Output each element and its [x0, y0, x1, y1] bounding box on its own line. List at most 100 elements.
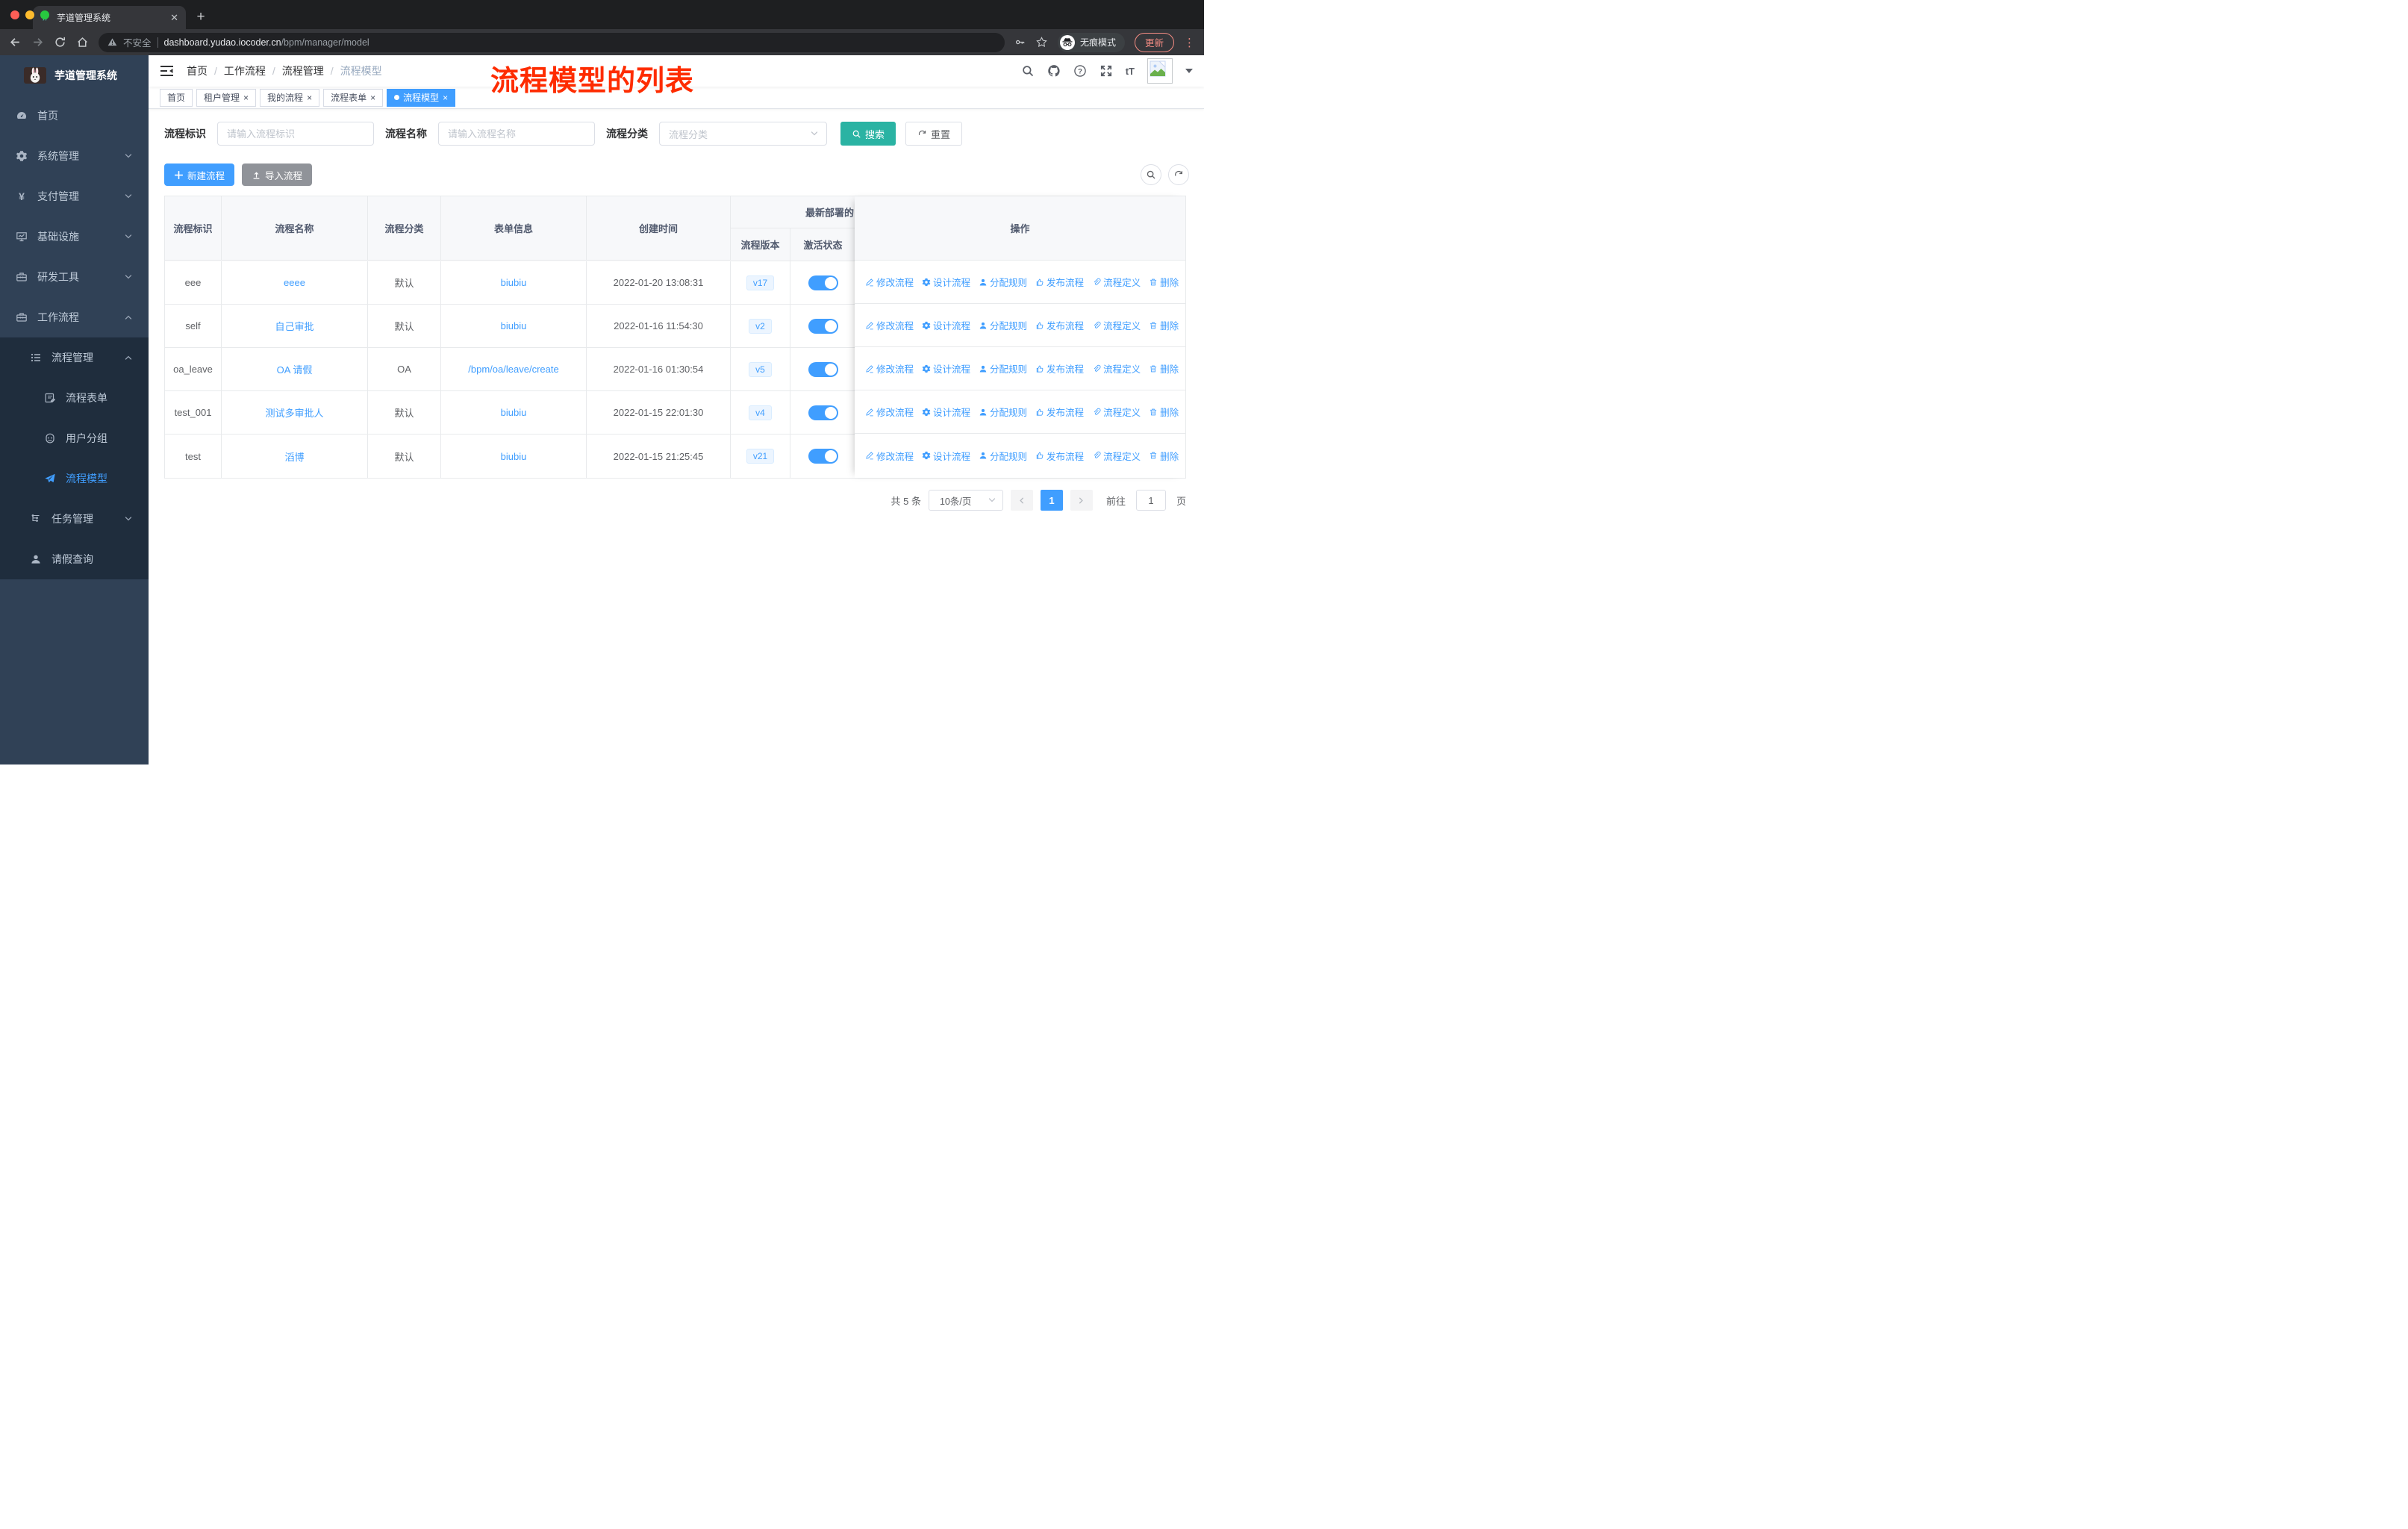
sidebar-item-请假查询[interactable]: 请假查询: [0, 539, 149, 579]
design-process-link[interactable]: 设计流程: [922, 405, 970, 419]
search-icon[interactable]: [1021, 64, 1035, 78]
delete-link[interactable]: 删除: [1149, 318, 1179, 332]
form-info-link[interactable]: /bpm/oa/leave/create: [468, 364, 558, 375]
close-icon[interactable]: ×: [243, 93, 249, 102]
tag-我的流程[interactable]: 我的流程 ×: [260, 88, 320, 107]
sidebar-item-工作流程[interactable]: 工作流程: [0, 297, 149, 337]
goto-page-input[interactable]: [1135, 490, 1166, 511]
breadcrumb-item[interactable]: 首页: [187, 63, 208, 78]
filter-key-input[interactable]: [217, 122, 374, 146]
publish-process-link[interactable]: 发布流程: [1035, 449, 1084, 463]
delete-link[interactable]: 删除: [1149, 361, 1179, 376]
process-definition-link[interactable]: 流程定义: [1092, 449, 1141, 463]
delete-link[interactable]: 删除: [1149, 405, 1179, 419]
logo-row[interactable]: 芋道管理系统: [0, 55, 149, 96]
process-name-link[interactable]: OA 请假: [277, 362, 313, 376]
close-tab-icon[interactable]: ✕: [170, 12, 178, 24]
form-info-link[interactable]: biubiu: [501, 277, 527, 288]
form-info-link[interactable]: biubiu: [501, 320, 527, 331]
design-process-link[interactable]: 设计流程: [922, 361, 970, 376]
active-toggle[interactable]: [808, 275, 838, 290]
active-toggle[interactable]: [808, 318, 838, 334]
sidebar-item-流程模型[interactable]: 流程模型: [0, 458, 149, 499]
browser-tab[interactable]: 芋道管理系统 ✕: [33, 6, 186, 29]
tag-流程模型[interactable]: 流程模型 ×: [387, 88, 456, 107]
forward-icon[interactable]: [31, 36, 44, 49]
breadcrumb-item[interactable]: 工作流程: [224, 63, 266, 78]
sidebar-item-研发工具[interactable]: 研发工具: [0, 257, 149, 297]
tag-租户管理[interactable]: 租户管理 ×: [196, 88, 257, 107]
tag-流程表单[interactable]: 流程表单 ×: [323, 88, 384, 107]
modify-process-link[interactable]: 修改流程: [865, 449, 914, 463]
process-definition-link[interactable]: 流程定义: [1092, 405, 1141, 419]
assign-rule-link[interactable]: 分配规则: [979, 318, 1027, 332]
github-icon[interactable]: [1047, 64, 1061, 78]
design-process-link[interactable]: 设计流程: [922, 449, 970, 463]
process-definition-link[interactable]: 流程定义: [1092, 318, 1141, 332]
delete-link[interactable]: 删除: [1149, 275, 1179, 289]
home-icon[interactable]: [76, 36, 89, 49]
close-icon[interactable]: ×: [370, 93, 375, 102]
modify-process-link[interactable]: 修改流程: [865, 318, 914, 332]
back-icon[interactable]: [9, 36, 22, 49]
reset-button[interactable]: 重置: [905, 122, 963, 146]
process-name-link[interactable]: 测试多审批人: [265, 405, 323, 420]
assign-rule-link[interactable]: 分配规则: [979, 361, 1027, 376]
assign-rule-link[interactable]: 分配规则: [979, 275, 1027, 289]
close-icon[interactable]: ×: [307, 93, 312, 102]
new-tab-button[interactable]: +: [190, 7, 211, 28]
active-toggle[interactable]: [808, 361, 838, 377]
publish-process-link[interactable]: 发布流程: [1035, 318, 1084, 332]
filter-category-select[interactable]: 流程分类: [659, 122, 827, 146]
sidebar-item-基础设施[interactable]: 基础设施: [0, 217, 149, 257]
help-icon[interactable]: ?: [1073, 64, 1087, 78]
close-window-button[interactable]: [10, 10, 19, 19]
sidebar-item-支付管理[interactable]: ¥ 支付管理: [0, 176, 149, 217]
assign-rule-link[interactable]: 分配规则: [979, 405, 1027, 419]
process-name-link[interactable]: eeee: [284, 277, 305, 288]
process-name-link[interactable]: 滔博: [284, 449, 304, 464]
close-icon[interactable]: ×: [443, 93, 448, 102]
font-size-icon[interactable]: tT: [1126, 66, 1135, 77]
fullscreen-icon[interactable]: [1099, 64, 1113, 78]
publish-process-link[interactable]: 发布流程: [1035, 275, 1084, 289]
breadcrumb-item[interactable]: 流程管理: [282, 63, 324, 78]
refresh-table-button[interactable]: [1168, 164, 1189, 185]
maximize-window-button[interactable]: [40, 10, 49, 19]
tag-首页[interactable]: 首页: [160, 88, 193, 107]
bookmark-star-icon[interactable]: [1035, 36, 1048, 49]
sidebar-item-流程管理[interactable]: 流程管理: [0, 337, 149, 378]
current-page-button[interactable]: 1: [1040, 490, 1063, 511]
collapse-sidebar-icon[interactable]: [160, 65, 174, 77]
active-toggle[interactable]: [808, 449, 838, 464]
form-info-link[interactable]: biubiu: [501, 451, 527, 462]
process-definition-link[interactable]: 流程定义: [1092, 275, 1141, 289]
assign-rule-link[interactable]: 分配规则: [979, 449, 1027, 463]
sidebar-item-系统管理[interactable]: 系统管理: [0, 136, 149, 176]
show-search-button[interactable]: [1141, 164, 1161, 185]
modify-process-link[interactable]: 修改流程: [865, 405, 914, 419]
design-process-link[interactable]: 设计流程: [922, 318, 970, 332]
publish-process-link[interactable]: 发布流程: [1035, 405, 1084, 419]
process-name-link[interactable]: 自己审批: [275, 319, 314, 333]
browser-update-button[interactable]: 更新: [1134, 32, 1174, 52]
create-process-button[interactable]: 新建流程: [164, 164, 235, 186]
sidebar-item-首页[interactable]: 首页: [0, 96, 149, 136]
browser-menu-icon[interactable]: ⋮: [1184, 36, 1195, 49]
reload-icon[interactable]: [54, 36, 66, 49]
search-button[interactable]: 搜索: [840, 122, 896, 146]
active-toggle[interactable]: [808, 405, 838, 420]
import-process-button[interactable]: 导入流程: [242, 164, 313, 186]
next-page-button[interactable]: [1070, 490, 1093, 511]
modify-process-link[interactable]: 修改流程: [865, 275, 914, 289]
key-icon[interactable]: [1014, 37, 1026, 48]
delete-link[interactable]: 删除: [1149, 449, 1179, 463]
prev-page-button[interactable]: [1010, 490, 1033, 511]
avatar[interactable]: [1147, 58, 1173, 84]
modify-process-link[interactable]: 修改流程: [865, 361, 914, 376]
publish-process-link[interactable]: 发布流程: [1035, 361, 1084, 376]
process-definition-link[interactable]: 流程定义: [1092, 361, 1141, 376]
sidebar-item-任务管理[interactable]: 任务管理: [0, 499, 149, 539]
sidebar-item-用户分组[interactable]: 用户分组: [0, 418, 149, 458]
sidebar-item-流程表单[interactable]: 流程表单: [0, 378, 149, 418]
